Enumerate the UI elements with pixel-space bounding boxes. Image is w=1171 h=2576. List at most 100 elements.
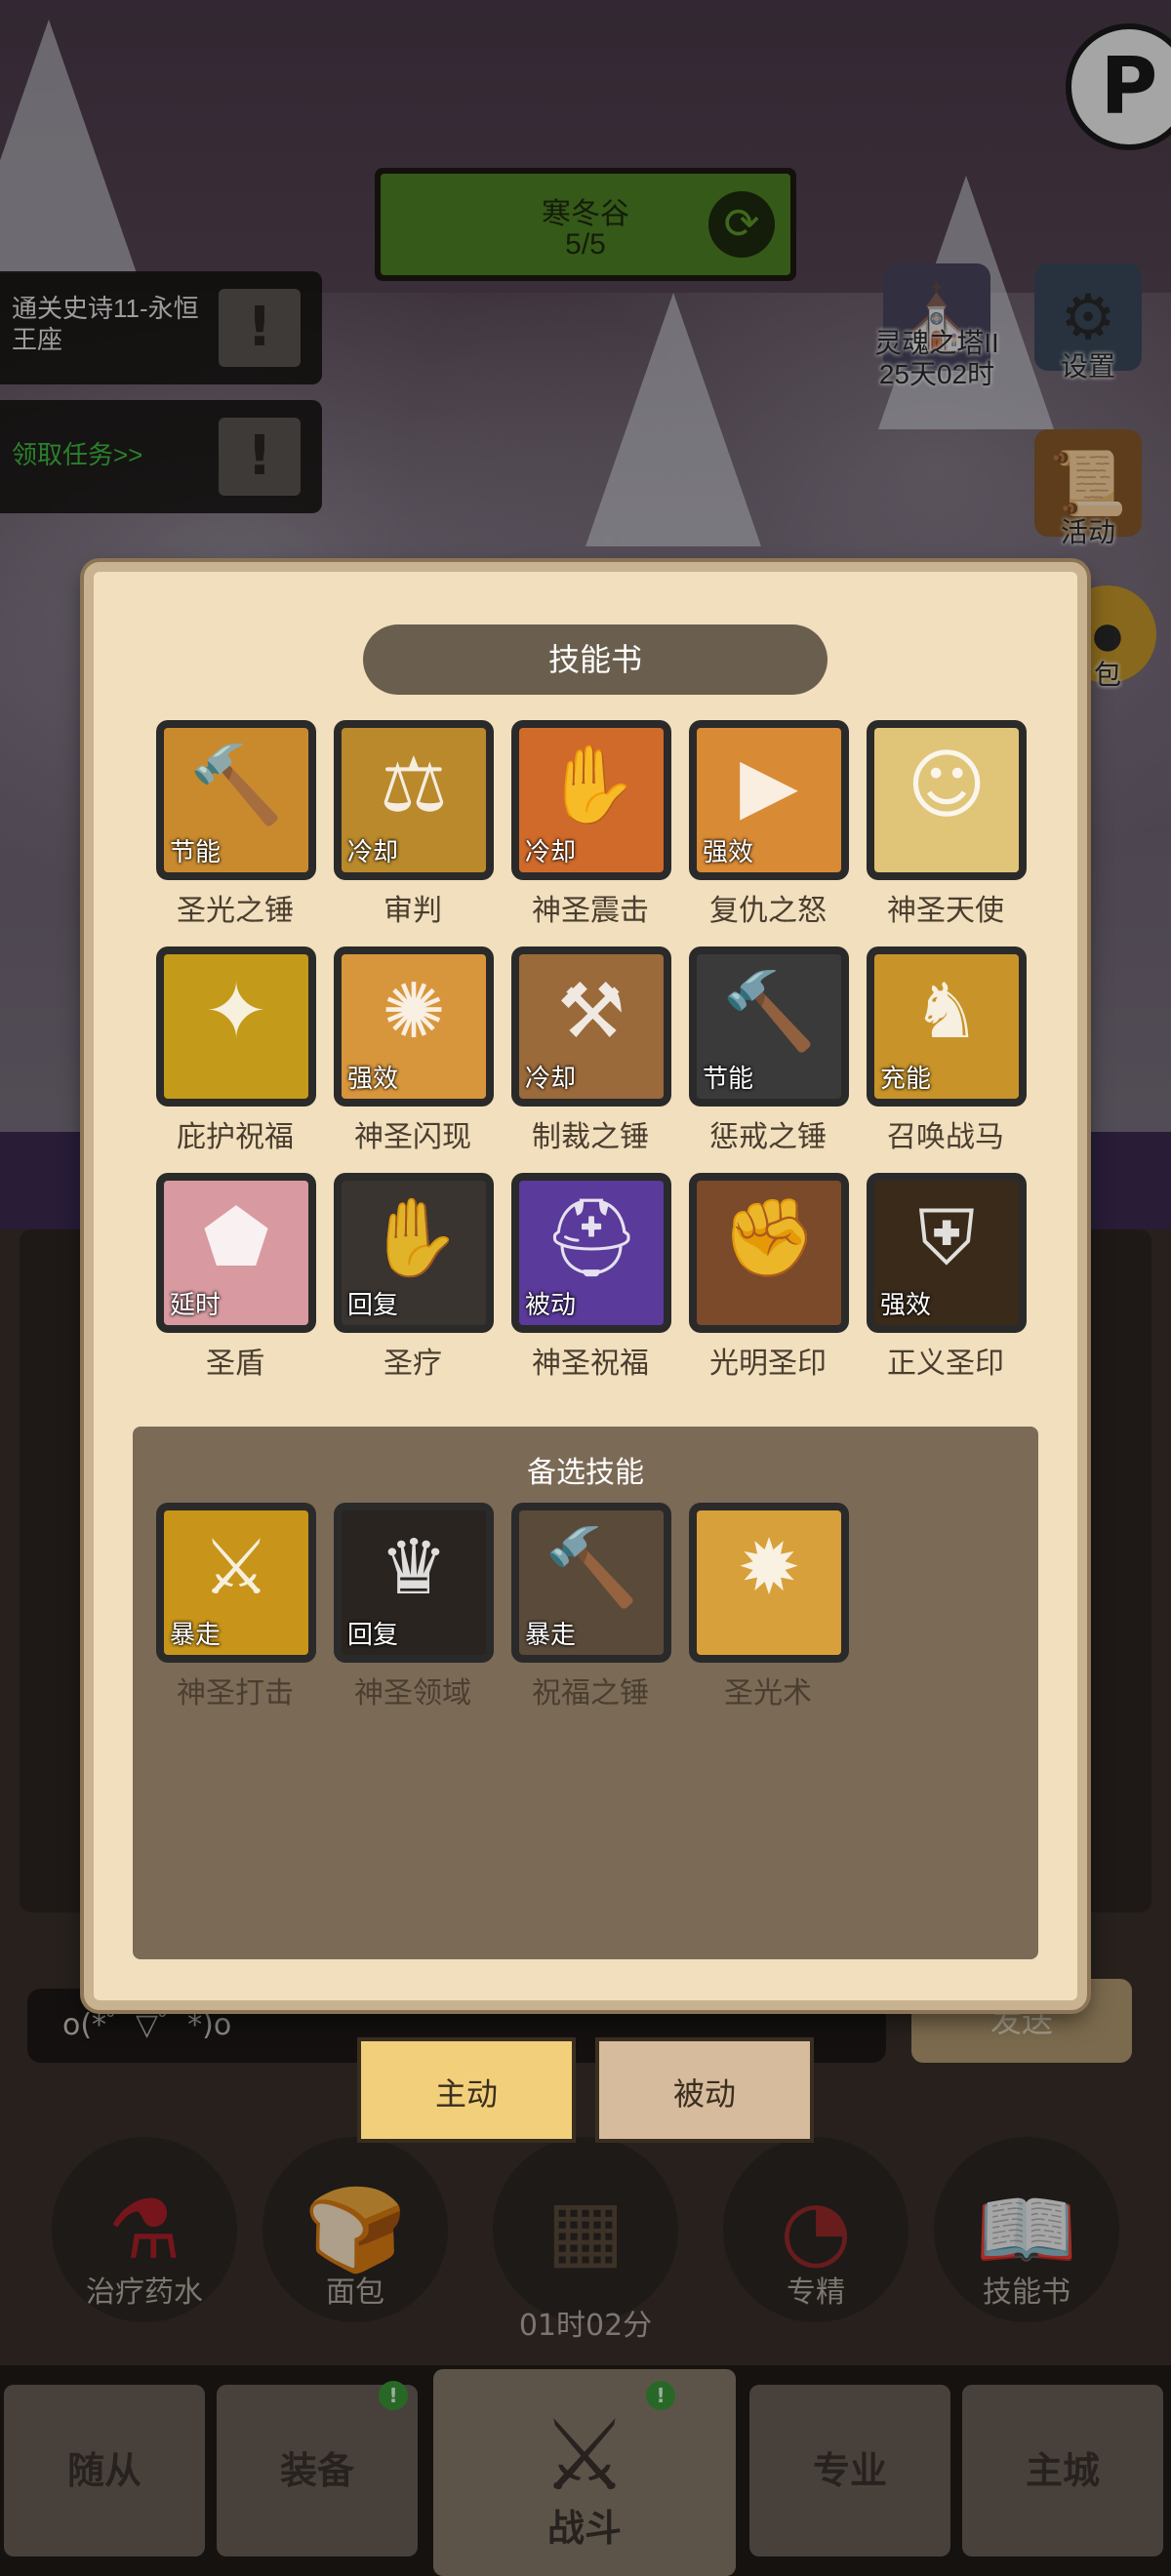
skill-name: 惩戒之锤: [709, 1120, 827, 1154]
blessing-icon: ✦: [164, 954, 308, 1099]
skill-name: 光明圣印: [709, 1347, 827, 1381]
skill-tag: 冷却: [525, 838, 577, 867]
skill-slot[interactable]: ⛨ 强效正义圣印: [863, 1173, 1029, 1381]
skill-frame: ✦: [156, 946, 316, 1107]
skill-name: 神圣领域: [354, 1676, 471, 1711]
skill-frame: 🔨 节能: [156, 720, 316, 880]
skill-glyph: ⬟: [203, 1194, 269, 1282]
skill-glyph: ✋: [544, 742, 639, 829]
tab-active-skills[interactable]: 主动: [357, 2037, 576, 2143]
holy-strike-icon: ⚔ 暴走: [164, 1510, 308, 1655]
skill-frame: ☺: [867, 720, 1027, 880]
skill-slot[interactable]: ✺ 强效神圣闪现: [330, 946, 496, 1154]
skill-glyph: ✹: [737, 1524, 801, 1612]
skill-slot[interactable]: ⛑ 被动神圣祝福: [507, 1173, 673, 1381]
skill-tag: 被动: [525, 1291, 577, 1320]
skill-name: 复仇之怒: [709, 894, 827, 928]
skill-slot[interactable]: ⚔ 暴走神圣打击: [152, 1503, 318, 1711]
wrath-icon: ▶ 强效: [697, 728, 841, 872]
skill-glyph: ♞: [912, 968, 981, 1056]
panel-title: 技能书: [363, 624, 828, 695]
light-seal-icon: ✊: [697, 1181, 841, 1325]
skill-tag: 冷却: [347, 838, 399, 867]
skill-book-panel: 技能书 🔨 节能 圣光之锤 ⚖ 冷却 审判 ✋ 冷却 神圣震击 ▶ 强效 复仇之怒 ☺ 神圣天使 ✦ 庇护祝福…: [84, 562, 1087, 2010]
skill-name: 祝福之锤: [532, 1676, 649, 1711]
skill-slot[interactable]: ✹ 圣光术: [685, 1503, 851, 1711]
skill-slot[interactable]: 🔨 暴走祝福之锤: [507, 1503, 673, 1711]
skill-tag: 回复: [347, 1291, 399, 1320]
skill-frame: 🔨 节能: [689, 946, 849, 1107]
tab-passive-skills[interactable]: 被动: [595, 2037, 814, 2143]
skill-frame: ♞ 充能: [867, 946, 1027, 1107]
skill-tag: 强效: [880, 1291, 932, 1320]
skill-slot[interactable]: ⚒ 冷却 制裁之锤: [507, 946, 673, 1154]
skill-name: 神圣打击: [177, 1676, 294, 1711]
skill-slot[interactable]: ⬟ 延时圣盾: [152, 1173, 318, 1381]
skill-name: 神圣祝福: [532, 1347, 649, 1381]
skill-slot[interactable]: 🔨 节能惩戒之锤: [685, 946, 851, 1154]
skill-tag: 冷却: [525, 1065, 577, 1094]
holy-light-icon: ✹: [697, 1510, 841, 1655]
skill-name: 圣光之锤: [177, 894, 294, 928]
skill-glyph: ✦: [204, 968, 268, 1056]
skill-frame: ⬟ 延时: [156, 1173, 316, 1333]
sanction-hammer-icon: ⚒ 冷却: [519, 954, 664, 1099]
skill-frame: ✋ 冷却: [511, 720, 671, 880]
skill-glyph: ✊: [721, 1194, 817, 1282]
skill-name: 神圣闪现: [354, 1120, 471, 1154]
skill-slot[interactable]: ✊ 光明圣印: [685, 1173, 851, 1381]
skill-tag: 充能: [880, 1065, 932, 1094]
skill-frame: ⛨ 强效: [867, 1173, 1027, 1333]
skill-slot[interactable]: ♛ 回复神圣领域: [330, 1503, 496, 1711]
skill-tag: 暴走: [525, 1621, 577, 1650]
skill-slot[interactable]: ✋ 冷却神圣震击: [507, 720, 673, 928]
skill-glyph: ✋: [366, 1194, 462, 1282]
skill-slot[interactable]: ▶ 强效复仇之怒: [685, 720, 851, 928]
angel-icon: ☺: [874, 728, 1019, 872]
punish-hammer-icon: 🔨 节能: [697, 954, 841, 1099]
skill-frame: ⚔ 暴走: [156, 1503, 316, 1663]
skill-name: 圣疗: [384, 1347, 442, 1381]
horse-icon: ♞ 充能: [874, 954, 1019, 1099]
skill-name: 审判: [384, 894, 442, 928]
judgment-icon: ⚖ 冷却: [342, 728, 486, 872]
skill-frame: ⚒ 冷却: [511, 946, 671, 1107]
skill-glyph: 🔨: [188, 742, 284, 829]
skill-glyph: ✺: [382, 968, 446, 1056]
skill-name: 召唤战马: [887, 1120, 1004, 1154]
skill-frame: ✋ 回复: [334, 1173, 494, 1333]
bless-hammer-icon: 🔨 暴走: [519, 1510, 664, 1655]
skill-tag: 暴走: [170, 1621, 222, 1650]
skill-frame: 🔨 暴走: [511, 1503, 671, 1663]
flash-icon: ✺ 强效: [342, 954, 486, 1099]
skill-slot[interactable]: ✦ 庇护祝福: [152, 946, 318, 1154]
skill-frame: ♛ 回复: [334, 1503, 494, 1663]
skill-name: 庇护祝福: [177, 1120, 294, 1154]
reserve-title: 备选技能: [527, 1456, 644, 1490]
skill-frame: ⚖ 冷却: [334, 720, 494, 880]
skill-slot[interactable]: ♞ 充能召唤战马: [863, 946, 1029, 1154]
skill-frame: ▶ 强效: [689, 720, 849, 880]
skill-tag: 回复: [347, 1621, 399, 1650]
skill-glyph: ⚒: [557, 968, 626, 1056]
skill-glyph: 🔨: [721, 968, 817, 1056]
shield-icon: ⬟ 延时: [164, 1181, 308, 1325]
skill-glyph: ♛: [380, 1524, 448, 1612]
skill-slot[interactable]: ✋ 回复圣疗: [330, 1173, 496, 1381]
hammer-icon: 🔨 节能: [164, 728, 308, 872]
skill-slot[interactable]: ☺ 神圣天使: [863, 720, 1029, 928]
skill-glyph: ⛨: [917, 1194, 976, 1282]
skill-glyph: ⛑: [543, 1194, 640, 1282]
skill-frame: ⛑ 被动: [511, 1173, 671, 1333]
skill-name: 圣盾: [206, 1347, 264, 1381]
skill-name: 正义圣印: [887, 1347, 1004, 1381]
skill-glyph: 🔨: [544, 1524, 639, 1612]
skill-name: 神圣震击: [532, 894, 649, 928]
skill-tag: 强效: [347, 1065, 399, 1094]
skill-frame: ✹: [689, 1503, 849, 1663]
skill-glyph: ☺: [907, 742, 987, 829]
skill-slot[interactable]: ⚖ 冷却审判: [330, 720, 496, 928]
skill-slot[interactable]: 🔨 节能圣光之锤: [152, 720, 318, 928]
skill-glyph: ▶: [740, 742, 798, 829]
heal-icon: ✋ 回复: [342, 1181, 486, 1325]
